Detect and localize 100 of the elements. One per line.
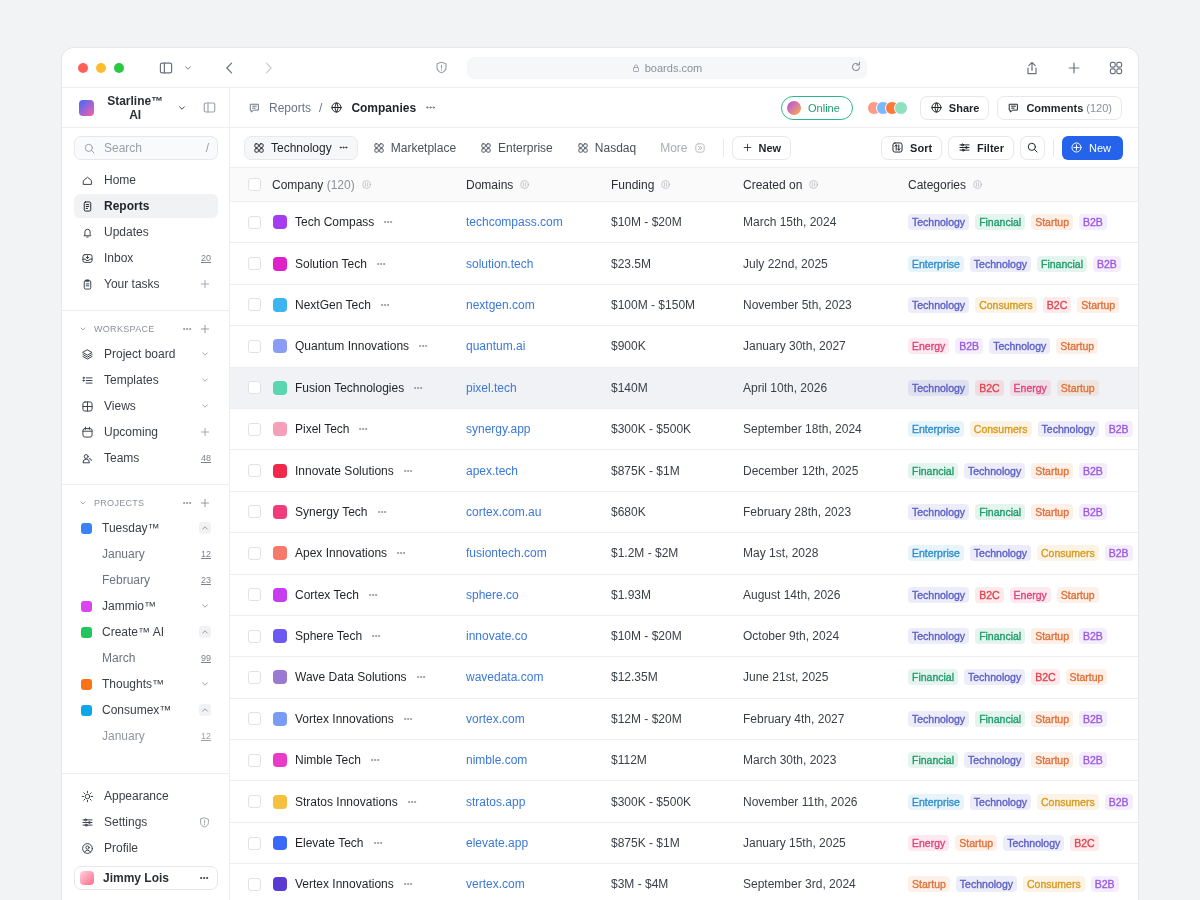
sort-button[interactable]: Sort [881, 135, 943, 160]
row-checkbox[interactable] [248, 546, 261, 560]
row-checkbox[interactable] [248, 753, 261, 767]
table-row[interactable]: Nimble Tech nimble.com $112M March 30th, 2023 Financial Technology Startup B2B [230, 740, 1138, 782]
row-checkbox[interactable] [248, 671, 261, 684]
column-header[interactable]: Created on [743, 177, 803, 192]
close-dot[interactable] [78, 62, 88, 73]
profile-icon [81, 841, 94, 855]
filter-button[interactable]: Filter [948, 135, 1014, 160]
nav-item[interactable]: Upcoming [74, 420, 218, 444]
sub-item[interactable]: March 99 [74, 646, 218, 670]
search-button[interactable] [1020, 135, 1045, 160]
zoom-dot[interactable] [114, 62, 124, 73]
column-header[interactable]: Company (120) [272, 177, 355, 192]
column-header[interactable]: Domains [466, 177, 514, 192]
table-row[interactable]: Innovate Solutions apex.tech $875K - $1M December 12th, 2025 Financial Technology Startup B2B [230, 450, 1138, 492]
row-checkbox[interactable] [248, 257, 261, 271]
domain-link[interactable]: stratos.app [466, 794, 611, 809]
domain-link[interactable]: nextgen.com [466, 297, 611, 312]
row-checkbox[interactable] [248, 629, 261, 643]
sub-item[interactable]: January 12 [74, 542, 218, 566]
nav-item[interactable]: Home [74, 168, 218, 192]
view-tab[interactable]: Nasdaq [567, 135, 646, 160]
select-all-checkbox[interactable] [248, 178, 261, 191]
domain-link[interactable]: sphere.co [466, 587, 611, 602]
row-checkbox[interactable] [248, 381, 261, 395]
domain-link[interactable]: vertex.com [466, 877, 611, 892]
row-checkbox[interactable] [248, 298, 261, 312]
user-menu[interactable]: Jimmy Lois [74, 866, 218, 890]
column-header[interactable]: Funding [611, 177, 655, 192]
nav-item[interactable]: Views [74, 394, 218, 418]
breadcrumb-link[interactable]: Reports [269, 100, 312, 115]
domain-link[interactable]: vortex.com [466, 711, 611, 726]
nav-item[interactable]: Templates [74, 368, 218, 392]
nav-item[interactable]: Updates [74, 220, 218, 244]
domain-link[interactable]: solution.tech [466, 256, 611, 271]
nav-item[interactable]: Profile [74, 836, 218, 860]
table-row[interactable]: Elevate Tech elevate.app $875K - $1M January 15th, 2025 Energy Startup Technology B2C [230, 822, 1138, 865]
domain-link[interactable]: fusiontech.com [466, 546, 611, 561]
domain-link[interactable]: pixel.tech [466, 380, 611, 395]
table-row[interactable]: Pixel Tech synergy.app $300K - $500K September 18th, 2024 Enterprise Consumers Technology B2B [230, 408, 1138, 451]
nav-item[interactable]: Teams 48 [74, 446, 218, 470]
column-header[interactable]: Categories [908, 177, 967, 192]
table-row[interactable]: Stratos Innovations stratos.app $300K - $500K November 11th, 2026 Enterprise Technology Consumers B2B [230, 781, 1138, 823]
domain-link[interactable]: elevate.app [466, 836, 611, 851]
domain-link[interactable]: cortex.com.au [466, 504, 611, 519]
table-row[interactable]: Synergy Tech cortex.com.au $680K February 28th, 2023 Technology Financial Startup B2B [230, 491, 1138, 534]
nav-item[interactable]: Settings [74, 810, 218, 834]
project-item[interactable]: Thoughts™ [74, 672, 218, 696]
row-checkbox[interactable] [248, 795, 261, 809]
comments-button[interactable]: Comments (120) [997, 95, 1122, 120]
domain-link[interactable]: innovate.co [466, 629, 611, 644]
table-row[interactable]: Solution Tech solution.tech $23.5M July 22nd, 2025 Enterprise Technology Financial B2B [230, 243, 1138, 285]
project-item[interactable]: Jammio™ [74, 594, 218, 618]
table-row[interactable]: Sphere Tech innovate.co $10M - $20M October 9th, 2024 Technology Financial Startup B2B [230, 615, 1138, 658]
table-row[interactable]: Cortex Tech sphere.co $1.93M August 14th, 2026 Technology B2C Energy Startup [230, 574, 1138, 616]
row-checkbox[interactable] [248, 836, 261, 850]
nav-item[interactable]: Reports [74, 194, 218, 218]
new-button[interactable]: New [1062, 135, 1123, 160]
share-button[interactable]: Share [919, 95, 990, 120]
table-row[interactable]: Vertex Innovations vertex.com $3M - $4M September 3rd, 2024 Startup Technology Consumers B2B [230, 864, 1138, 900]
domain-link[interactable]: techcompass.com [466, 215, 611, 230]
table-row[interactable]: Wave Data Solutions wavedata.com $12.35M June 21st, 2025 Financial Technology B2C Startup [230, 657, 1138, 699]
row-checkbox[interactable] [248, 588, 261, 602]
row-checkbox[interactable] [248, 215, 261, 229]
domain-link[interactable]: wavedata.com [466, 670, 611, 685]
minimize-dot[interactable] [96, 62, 106, 73]
view-tab[interactable]: Enterprise [471, 135, 562, 160]
view-tab[interactable]: Marketplace [363, 135, 466, 160]
row-checkbox[interactable] [248, 877, 261, 891]
table-row[interactable]: NextGen Tech nextgen.com $100M - $150M November 5th, 2023 Technology Consumers B2C Startup [230, 284, 1138, 327]
table-row[interactable]: Tech Compass techcompass.com $10M - $20M March 15th, 2024 Technology Financial Startup B2B [230, 202, 1138, 244]
row-checkbox[interactable] [248, 712, 261, 726]
nav-item[interactable]: Project board [74, 342, 218, 366]
project-item[interactable]: Create™ AI [74, 620, 218, 644]
table-row[interactable]: Apex Innovations fusiontech.com $1.2M - $2M May 1st, 2028 Enterprise Technology Consumers B2B [230, 533, 1138, 575]
category-tag: Technology [908, 710, 970, 727]
workspace-switcher[interactable]: Starline™ AI [101, 93, 169, 122]
domain-link[interactable]: synergy.app [466, 422, 611, 437]
domain-link[interactable]: quantum.ai [466, 339, 611, 354]
table-row[interactable]: Fusion Technologies pixel.tech $140M April 10th, 2026 Technology B2C Energy Startup [230, 367, 1138, 409]
nav-item[interactable]: Your tasks [74, 272, 218, 296]
sub-item[interactable]: February 23 [74, 568, 218, 592]
table-row[interactable]: Quantum Innovations quantum.ai $900K January 30th, 2027 Energy B2B Technology Startup [230, 326, 1138, 368]
nav-item[interactable]: Inbox 20 [74, 246, 218, 270]
domain-link[interactable]: nimble.com [466, 753, 611, 768]
project-item[interactable]: Consumex™ [74, 698, 218, 722]
sort-icon [808, 179, 820, 190]
row-checkbox[interactable] [248, 464, 261, 478]
nav-item[interactable]: Appearance [74, 784, 218, 808]
row-checkbox[interactable] [248, 422, 261, 436]
domain-link[interactable]: apex.tech [466, 463, 611, 478]
layers-icon [81, 347, 94, 361]
row-checkbox[interactable] [248, 505, 261, 519]
table-row[interactable]: Vortex Innovations vortex.com $12M - $20M February 4th, 2027 Technology Financial Startup B2B [230, 698, 1138, 741]
new-view-button[interactable]: New [731, 135, 792, 160]
row-checkbox[interactable] [248, 339, 261, 353]
category-tag: Financial [975, 628, 1026, 645]
project-item[interactable]: Tuesday™ [74, 516, 218, 540]
view-tab[interactable]: Technology [244, 135, 358, 160]
